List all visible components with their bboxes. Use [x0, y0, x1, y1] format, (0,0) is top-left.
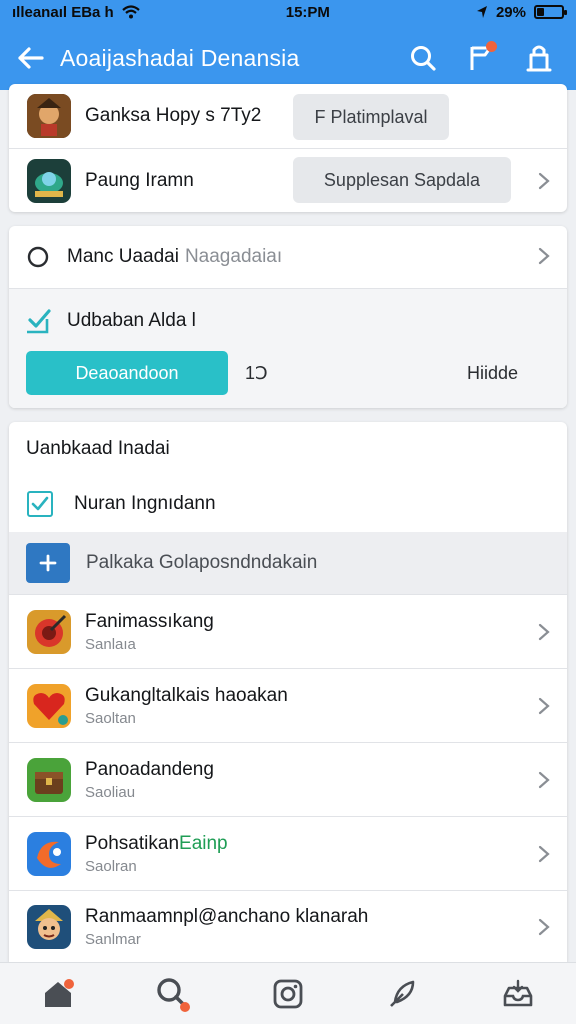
nav-feather[interactable] — [378, 969, 428, 1019]
list-item[interactable]: PohsatikanEainp Saolran — [9, 816, 567, 890]
checkbox-row[interactable]: Udbaban Alda l — [9, 303, 567, 339]
chevron-right-icon — [538, 172, 550, 190]
app-icon-robot — [27, 158, 71, 203]
status-bar: ılleanaıl EBa h 15:PM 29% — [0, 0, 576, 24]
app-title-highlight: Eainp — [179, 832, 228, 854]
page-title: Aoaijashadai Denansia — [60, 44, 300, 71]
radio-label: Manc Uaadai — [67, 246, 179, 267]
checkbox-checked[interactable] — [27, 491, 53, 517]
supplement-button[interactable]: Supplesan Sapdala — [293, 157, 511, 203]
search-button[interactable] — [404, 39, 442, 77]
app-subtitle: Saoltan — [85, 709, 136, 727]
checkbox-label: Udbaban Alda l — [67, 310, 196, 331]
list-item[interactable]: Gukangltalkais haoakan Saoltan — [9, 668, 567, 742]
hide-button[interactable]: Hiidde — [467, 363, 518, 384]
nav-home[interactable] — [33, 969, 83, 1019]
app-bar: Aoaijashadai Denansia — [0, 30, 576, 86]
app-title: Fanimassıkang — [85, 610, 214, 632]
app-icon-chest — [27, 757, 71, 802]
bottom-nav — [0, 962, 576, 1024]
radio-icon[interactable] — [27, 246, 49, 268]
app-icon-heart — [27, 683, 71, 728]
radio-hint: Naagadaiaı — [184, 246, 283, 267]
nav-inbox[interactable] — [493, 969, 543, 1019]
warrior-icon — [27, 94, 71, 138]
list-item[interactable]: Fanimassıkang Sanlaıa — [9, 594, 567, 668]
app-icon-warrior — [27, 94, 71, 138]
inbox-icon — [504, 979, 533, 1006]
checkmark-icon[interactable] — [25, 308, 51, 334]
app-title: Ganksa Hopy s 7Ty2 — [85, 105, 262, 126]
options-card: Manc Uaadai Naagadaiaı Udbaban Alda l De… — [9, 226, 567, 408]
download-button[interactable]: Deaoandoon — [26, 351, 228, 395]
clock: 15:PM — [285, 3, 330, 21]
plus-icon — [39, 554, 57, 572]
search-icon — [157, 977, 190, 1012]
add-item-label: Palkaka Golaposndndakain — [86, 552, 318, 573]
app-title-row: PohsatikanEainp — [85, 833, 228, 855]
chevron-right-icon — [538, 771, 550, 789]
wifi-icon — [121, 5, 140, 19]
section-header-row: Uanbkaad Inadai — [9, 422, 567, 476]
checkbox-item-label: Nuran Ingnıdann — [74, 493, 216, 514]
checkbox-section: Udbaban Alda l Deaoandoon 1Ↄ Hiidde — [9, 288, 567, 408]
nav-camera[interactable] — [263, 969, 313, 1019]
top-bar: ılleanaıl EBa h 15:PM 29% Aoaijashadai D… — [0, 0, 576, 90]
chevron-right-icon — [538, 918, 550, 936]
chevron-right-icon — [538, 623, 550, 641]
app-subtitle: Sanlaıa — [85, 635, 136, 653]
app-icon-character — [27, 904, 71, 949]
camera-icon — [273, 979, 303, 1008]
app-subtitle: Saoliau — [85, 783, 136, 801]
notification-badge — [486, 41, 497, 52]
list-item[interactable]: Ranmaamnpl@anchano klanarah Sanlmar — [9, 890, 567, 962]
add-item-row[interactable]: Palkaka Golaposndndakain — [9, 532, 567, 594]
app-icon-target — [27, 609, 71, 654]
radio-row[interactable]: Manc Uaadai Naagadaiaı — [9, 226, 567, 288]
app-subtitle: Saolran — [85, 857, 137, 875]
bag-icon — [526, 45, 552, 72]
list-item[interactable]: Panoadandeng Saoliau — [9, 742, 567, 816]
back-arrow-icon — [18, 47, 44, 69]
chevron-right-icon — [538, 247, 550, 265]
location-icon — [476, 6, 487, 18]
chevron-right-icon — [538, 845, 550, 863]
robot-icon — [27, 158, 71, 203]
bag-button[interactable] — [520, 39, 558, 77]
nav-search[interactable] — [148, 969, 198, 1019]
platform-button[interactable]: F Platimplaval — [293, 94, 449, 140]
section-header: Uanbkaad Inadai — [26, 438, 170, 459]
app-title: Gukangltalkais haoakan — [85, 684, 288, 706]
battery-percent: 29% — [495, 3, 526, 21]
notifications-button[interactable] — [462, 39, 500, 77]
app-title: Panoadandeng — [85, 758, 214, 780]
apps-list-card: Uanbkaad Inadai Nuran Ingnıdann Palkaka … — [9, 422, 567, 962]
app-title: Ranmaamnpl@anchano klanarah — [85, 905, 369, 927]
app-subtitle: Sanlmar — [85, 930, 141, 948]
app-icon-swirl — [27, 831, 71, 876]
list-item[interactable]: Ganksa Hopy s 7Ty2 F Platimplaval — [9, 84, 567, 148]
app-title: Pohsatikan — [85, 832, 180, 854]
add-button[interactable] — [26, 543, 70, 583]
count-label: 1Ↄ — [245, 363, 268, 383]
checkbox-item-row[interactable]: Nuran Ingnıdann — [9, 476, 567, 532]
feather-icon — [390, 980, 415, 1007]
home-icon — [44, 978, 74, 1007]
checkmark-icon — [31, 496, 49, 511]
search-icon — [411, 46, 436, 71]
back-button[interactable] — [0, 30, 60, 86]
carrier-label: ılleanaıl EBa h — [12, 3, 114, 21]
chevron-right-icon — [538, 697, 550, 715]
featured-apps-card: Ganksa Hopy s 7Ty2 F Platimplaval Paung … — [9, 84, 567, 212]
battery-icon — [534, 5, 567, 19]
app-title: Paung Iramn — [85, 169, 194, 191]
list-item[interactable]: Paung Iramn Supplesan Sapdala — [9, 148, 567, 212]
